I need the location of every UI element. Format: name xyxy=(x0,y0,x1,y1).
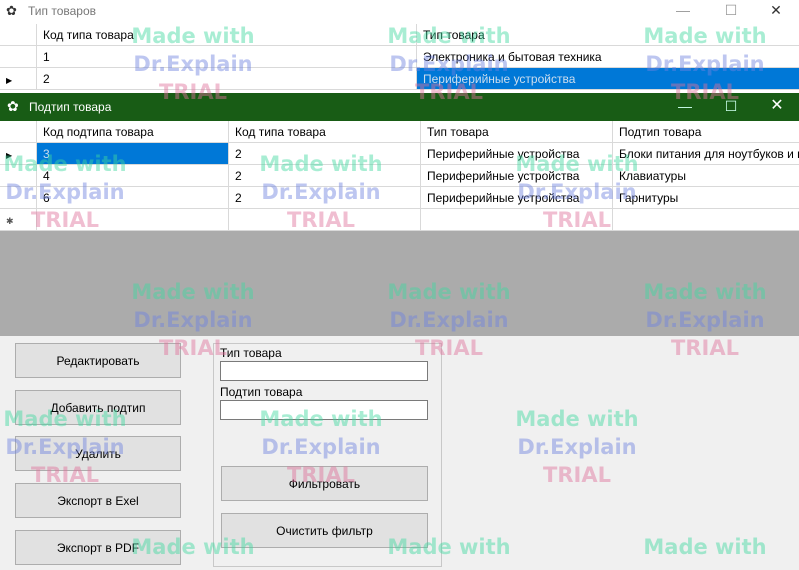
close-icon[interactable]: ✕ xyxy=(754,93,799,121)
app-icon: ✿ xyxy=(7,98,19,114)
cell-subtype-id[interactable]: 3 xyxy=(37,143,229,164)
subtype-filter-input[interactable] xyxy=(220,400,428,420)
column-header-type[interactable]: Тип товара xyxy=(421,121,613,142)
current-row-icon: ▶ xyxy=(6,151,13,160)
row-selector[interactable] xyxy=(0,187,37,208)
export-pdf-button[interactable]: Экспорт в PDF xyxy=(15,530,181,565)
edit-button[interactable]: Редактировать xyxy=(15,343,181,378)
add-subtype-button[interactable]: Добавить подтип xyxy=(15,390,181,425)
table-row[interactable]: ▶ 3 2 Периферийные устройства Блоки пита… xyxy=(0,143,799,165)
close-icon[interactable]: ✕ xyxy=(753,0,799,22)
minimize-icon[interactable]: — xyxy=(660,0,706,22)
subtypes-window-title: Подтип товара xyxy=(29,100,112,114)
cell-subtype-id[interactable] xyxy=(37,209,229,230)
new-row-icon: ✱ xyxy=(6,216,14,226)
cell-subtype[interactable] xyxy=(613,209,799,230)
maximize-icon[interactable]: ☐ xyxy=(708,93,754,121)
column-header-type-id[interactable]: Код типа товара xyxy=(37,24,417,45)
row-header-corner xyxy=(0,121,37,142)
cell-type-id[interactable]: 2 xyxy=(229,143,421,164)
filter-button[interactable]: Фильтровать xyxy=(221,466,428,501)
delete-button[interactable]: Удалить xyxy=(15,436,181,471)
cell-subtype-id[interactable]: 6 xyxy=(37,187,229,208)
types-window-title: Тип товаров xyxy=(28,4,97,18)
row-selector[interactable] xyxy=(0,165,37,186)
subtypes-grid[interactable]: Код подтипа товара Код типа товара Тип т… xyxy=(0,121,799,231)
cell-type-id[interactable]: 2 xyxy=(229,187,421,208)
types-grid-header: Код типа товара Тип товара xyxy=(0,24,799,46)
type-filter-input[interactable] xyxy=(220,361,428,381)
grid-empty-area xyxy=(0,231,799,336)
column-header-subtype[interactable]: Подтип товара xyxy=(613,121,799,142)
cell-subtype[interactable]: Блоки питания для ноутбуков и по xyxy=(613,143,799,164)
cell-subtype-id[interactable]: 4 xyxy=(37,165,229,186)
types-window-titlebar: ✿ Тип товаров — ☐ ✕ xyxy=(0,0,799,24)
column-header-subtype-id[interactable]: Код подтипа товара xyxy=(37,121,229,142)
cell-type-id[interactable]: 1 xyxy=(37,46,417,67)
cell-type-id[interactable]: 2 xyxy=(37,68,417,89)
type-filter-label: Тип товара xyxy=(220,346,282,360)
subtype-filter-label: Подтип товара xyxy=(220,385,303,399)
minimize-icon[interactable]: — xyxy=(662,93,708,121)
cell-subtype[interactable]: Клавиатуры xyxy=(613,165,799,186)
cell-type-id[interactable] xyxy=(229,209,421,230)
row-selector[interactable]: ▶ xyxy=(0,143,37,164)
current-row-icon: ▶ xyxy=(6,76,13,85)
row-header-corner xyxy=(0,24,37,45)
maximize-icon[interactable]: ☐ xyxy=(708,0,754,22)
cell-type[interactable]: Периферийные устройства xyxy=(421,165,613,186)
export-excel-button[interactable]: Экспорт в Exel xyxy=(15,483,181,518)
cell-type[interactable]: Периферийные устройства xyxy=(421,187,613,208)
clear-filter-button[interactable]: Очистить фильтр xyxy=(221,513,428,548)
subtypes-window-titlebar: ✿ Подтип товара — ☐ ✕ xyxy=(0,93,799,121)
table-row[interactable]: ▶ 2 Периферийные устройства xyxy=(0,68,799,90)
table-row[interactable]: 1 Электроника и бытовая техника xyxy=(0,46,799,68)
row-selector[interactable] xyxy=(0,46,37,67)
cell-type-name[interactable]: Периферийные устройства xyxy=(417,68,799,89)
table-row[interactable]: 4 2 Периферийные устройства Клавиатуры xyxy=(0,165,799,187)
app-icon: ✿ xyxy=(6,3,17,18)
new-row[interactable]: ✱ xyxy=(0,209,799,231)
subtypes-grid-header: Код подтипа товара Код типа товара Тип т… xyxy=(0,121,799,143)
table-row[interactable]: 6 2 Периферийные устройства Гарнитуры xyxy=(0,187,799,209)
cell-type-id[interactable]: 2 xyxy=(229,165,421,186)
row-selector[interactable]: ✱ xyxy=(0,209,37,230)
cell-type-name[interactable]: Электроника и бытовая техника xyxy=(417,46,799,67)
cell-type[interactable] xyxy=(421,209,613,230)
cell-type[interactable]: Периферийные устройства xyxy=(421,143,613,164)
column-header-type-name[interactable]: Тип товара xyxy=(417,24,799,45)
column-header-type-id[interactable]: Код типа товара xyxy=(229,121,421,142)
cell-subtype[interactable]: Гарнитуры xyxy=(613,187,799,208)
row-selector[interactable]: ▶ xyxy=(0,68,37,89)
